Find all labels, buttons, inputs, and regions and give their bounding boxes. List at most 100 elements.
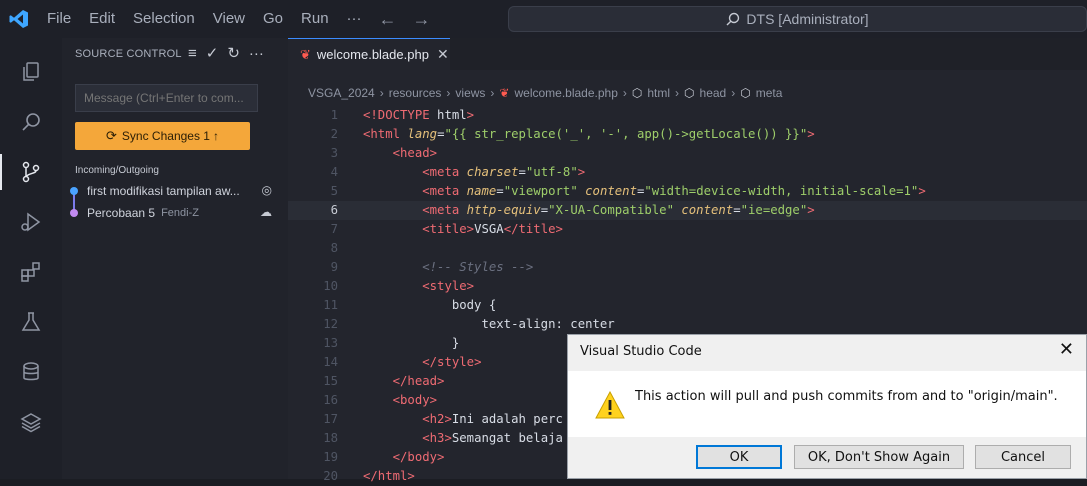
- menu-more[interactable]: ···: [338, 0, 371, 38]
- more-actions-icon[interactable]: ···: [249, 45, 264, 62]
- target-icon[interactable]: ◎: [262, 183, 272, 197]
- code-text: </style>: [422, 355, 482, 369]
- chevron-right-icon: ›: [675, 86, 680, 100]
- code-line[interactable]: 2 <html lang="{{ str_replace('_', '-', ap…: [288, 125, 1087, 144]
- code-line[interactable]: 6 <meta http-equiv="X-UA-Compatible" con…: [288, 201, 1087, 220]
- search-icon: [726, 12, 740, 26]
- menu-go[interactable]: Go: [254, 0, 292, 38]
- close-icon[interactable]: ✕: [1059, 339, 1074, 360]
- code-line[interactable]: 3 <head>: [288, 144, 1087, 163]
- testing-icon[interactable]: [17, 308, 45, 336]
- code-line[interactable]: 10 <style>: [288, 277, 1087, 296]
- code-line[interactable]: 7 <title>VSGA</title>: [288, 220, 1087, 239]
- code-text: <head>: [392, 146, 438, 160]
- menu-run[interactable]: Run: [292, 0, 338, 38]
- commit-check-icon[interactable]: ✓: [206, 44, 219, 62]
- breadcrumb-item[interactable]: resources: [389, 86, 442, 100]
- line-number: 7: [330, 222, 338, 236]
- line-number: 2: [330, 127, 338, 141]
- tab-label: welcome.blade.php: [316, 47, 429, 62]
- commit-item[interactable]: first modifikasi tampilan aw... ◎: [70, 180, 280, 202]
- code-text: text-align: center: [363, 317, 615, 331]
- refresh-icon[interactable]: ↻: [227, 44, 240, 62]
- code-line[interactable]: 12 text-align: center: [288, 315, 1087, 334]
- commit-message-input[interactable]: [75, 84, 258, 112]
- panel-actions: ≡ ✓ ↻ ···: [188, 44, 264, 63]
- line-number: 6: [330, 203, 338, 217]
- code-text: </body>: [392, 450, 445, 464]
- graph-section-title: Incoming/Outgoing: [75, 165, 159, 176]
- source-control-icon[interactable]: [0, 154, 45, 190]
- run-debug-icon[interactable]: [17, 208, 45, 236]
- code-text: <!-- Styles -->: [363, 260, 534, 274]
- line-number: 16: [323, 393, 338, 407]
- commit-message: first modifikasi tampilan aw...: [87, 184, 240, 198]
- code-line[interactable]: 11 body {: [288, 296, 1087, 315]
- breadcrumb-item[interactable]: VSGA_2024: [308, 86, 375, 100]
- code-line[interactable]: 8: [288, 239, 1087, 258]
- extensions-icon[interactable]: [17, 258, 45, 286]
- menu-selection[interactable]: Selection: [124, 0, 204, 38]
- line-number: 9: [330, 260, 338, 274]
- code-text: <h2>Ini adalah perc: [422, 412, 563, 426]
- forward-arrow-icon[interactable]: →: [405, 9, 439, 30]
- breadcrumb: VSGA_2024 › resources › views › ❦ welcome.b…: [308, 86, 782, 100]
- laravel-file-icon: ❦: [499, 86, 510, 100]
- sync-changes-button[interactable]: ⟳ Sync Changes 1 ↑: [75, 122, 250, 150]
- menu-edit[interactable]: Edit: [80, 0, 124, 38]
- line-number: 3: [330, 146, 338, 160]
- menu-view[interactable]: View: [204, 0, 254, 38]
- code-line[interactable]: 4 <meta charset="utf-8">: [288, 163, 1087, 182]
- breadcrumb-item[interactable]: html: [647, 86, 670, 100]
- code-text: </head>: [392, 374, 445, 388]
- line-number: 5: [330, 184, 338, 198]
- line-number: 10: [323, 279, 338, 293]
- commit-item[interactable]: Percobaan 5 Fendi-Z ☁: [70, 202, 280, 224]
- chevron-right-icon: ›: [490, 86, 495, 100]
- view-as-list-icon[interactable]: ≡: [188, 45, 197, 62]
- code-text: <style>: [422, 279, 475, 293]
- breadcrumb-item[interactable]: views: [455, 86, 485, 100]
- close-tab-icon[interactable]: ✕: [437, 46, 449, 63]
- database-icon[interactable]: [17, 358, 45, 386]
- line-number: 19: [323, 450, 338, 464]
- line-number: 20: [323, 469, 338, 483]
- command-center-search[interactable]: DTS [Administrator]: [508, 6, 1087, 32]
- breadcrumb-item[interactable]: head: [700, 86, 727, 100]
- chevron-right-icon: ›: [622, 86, 627, 100]
- commit-dot: [70, 187, 78, 195]
- code-line[interactable]: 5 <meta name="viewport" content="width=d…: [288, 182, 1087, 201]
- confirmation-dialog: Visual Studio Code ✕ This action will pu…: [567, 334, 1087, 479]
- breadcrumb-item[interactable]: welcome.blade.php: [514, 86, 617, 100]
- line-number: 1: [330, 108, 338, 122]
- line-number: 4: [330, 165, 338, 179]
- commit-author: Fendi-Z: [161, 207, 199, 219]
- code-line[interactable]: 9 <!-- Styles -->: [288, 258, 1087, 277]
- ok-dont-show-again-button[interactable]: OK, Don't Show Again: [794, 445, 964, 469]
- code-text: <html lang="{{ str_replace('_', '-', app…: [363, 127, 815, 141]
- code-text: <meta charset="utf-8">: [422, 165, 586, 179]
- code-text: <body>: [392, 393, 438, 407]
- symbol-icon: ⬡: [740, 86, 751, 100]
- breadcrumb-item[interactable]: meta: [756, 86, 783, 100]
- layers-icon[interactable]: [17, 408, 45, 436]
- sync-icon: ⟳: [106, 128, 117, 143]
- code-text: body {: [363, 298, 497, 312]
- line-number: 14: [323, 355, 338, 369]
- vscode-logo-icon: [0, 0, 38, 38]
- line-number: 8: [330, 241, 338, 255]
- cancel-button[interactable]: Cancel: [975, 445, 1071, 469]
- tab-welcome-blade[interactable]: ❦ welcome.blade.php ✕: [288, 38, 450, 70]
- dialog-title: Visual Studio Code: [580, 344, 702, 359]
- menu-file[interactable]: File: [38, 0, 80, 38]
- source-control-panel: SOURCE CONTROL ≡ ✓ ↻ ··· ⟳ Sync Changes …: [62, 38, 288, 479]
- chevron-right-icon: ›: [731, 86, 736, 100]
- files-icon[interactable]: [17, 58, 45, 86]
- ok-button[interactable]: OK: [696, 445, 782, 469]
- code-text: <h3>Semangat belaja: [422, 431, 563, 445]
- code-line[interactable]: 1 <!DOCTYPE html>: [288, 106, 1087, 125]
- cloud-icon[interactable]: ☁: [260, 205, 272, 219]
- search-icon[interactable]: [17, 108, 45, 136]
- chevron-right-icon: ›: [379, 86, 384, 100]
- back-arrow-icon[interactable]: ←: [371, 9, 405, 30]
